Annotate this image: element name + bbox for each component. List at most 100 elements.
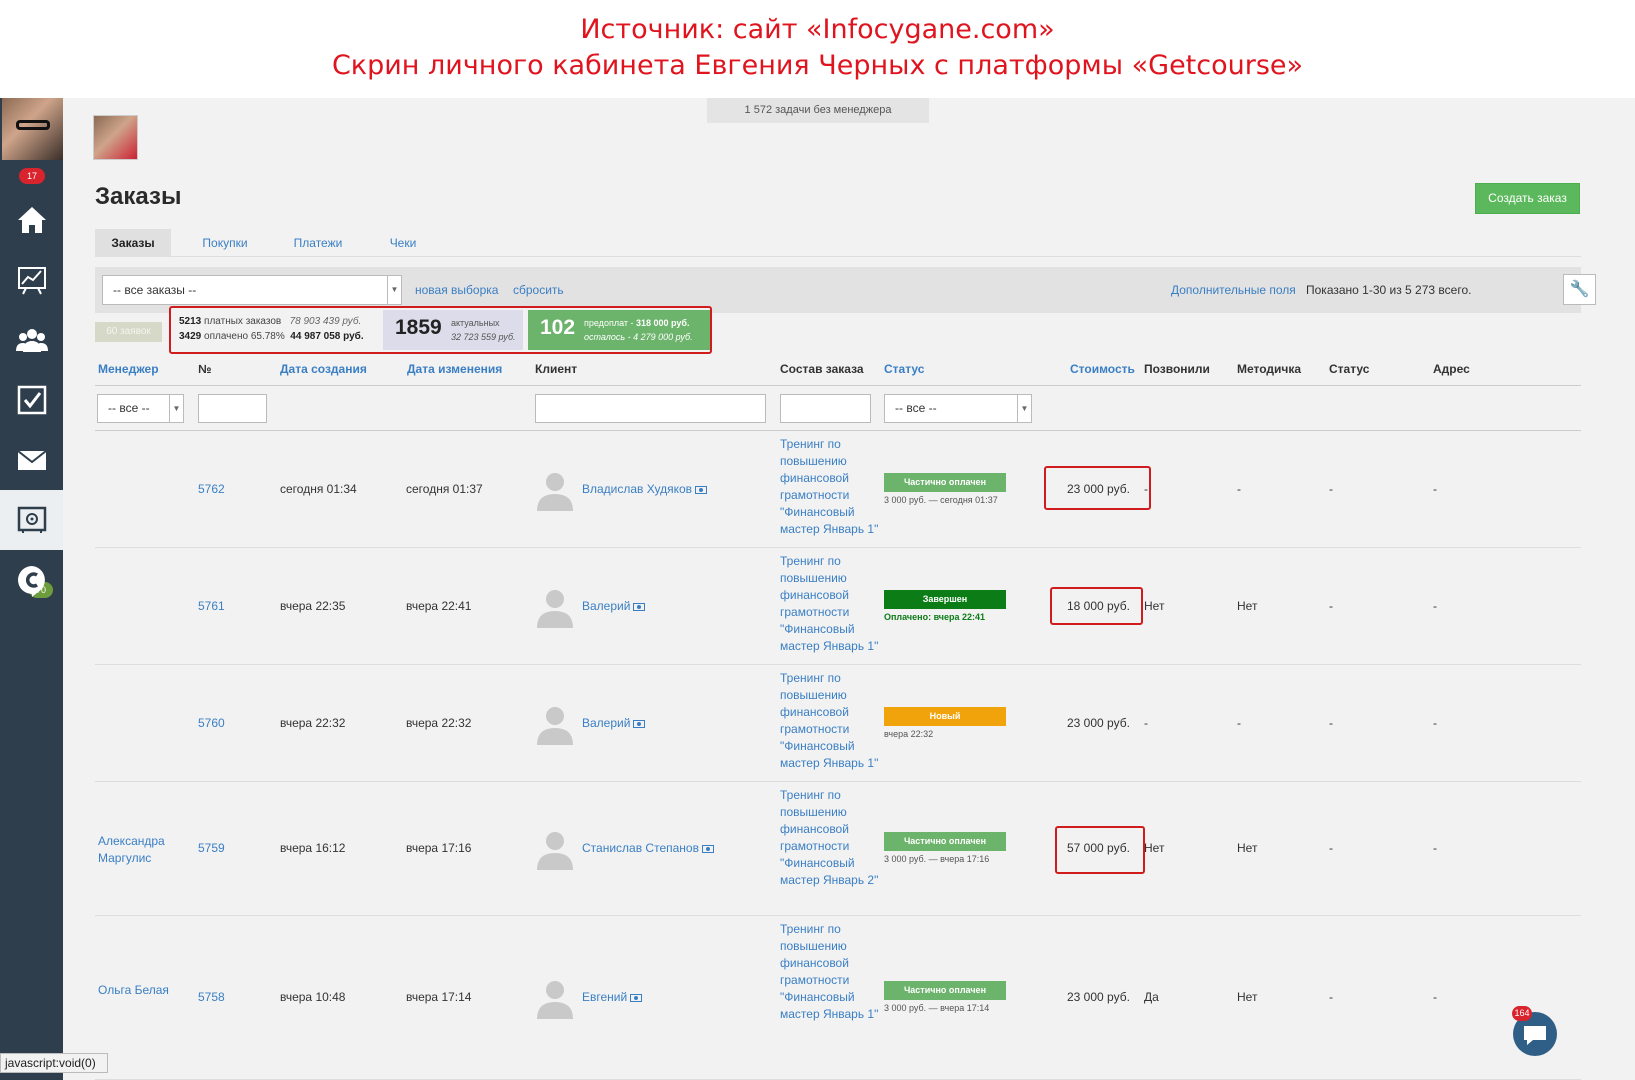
changed-date: сегодня 01:37 [406, 482, 483, 496]
client-avatar-icon [537, 832, 573, 870]
selection-select[interactable]: -- все заказы -- ▼ [102, 275, 402, 305]
money-icon [695, 485, 708, 494]
reset-link[interactable]: сбросить [513, 283, 564, 297]
caption-line-2: Скрин личного кабинета Евгения Черных с … [331, 50, 1304, 81]
order-composition-link[interactable]: Тренинг по повышению финансовой грамотно… [780, 921, 880, 1023]
paid-orders-stat[interactable]: 5213 платных заказов 78 903 439 руб. 342… [179, 314, 364, 344]
create-order-button[interactable]: Создать заказ [1475, 183, 1580, 214]
mail-icon [16, 450, 47, 470]
cost-highlight [1044, 466, 1151, 510]
extra-fields-link[interactable]: Дополнительные поля [1171, 283, 1296, 297]
chat-badge: 164 [1512, 1006, 1532, 1021]
sidebar: 17 70 [0, 98, 63, 1080]
sidebar-item-users[interactable] [0, 310, 63, 370]
notifications-badge[interactable]: 17 [19, 168, 45, 184]
actual-orders-stat[interactable]: 1859 актуальных 32 723 559 руб. [383, 310, 523, 350]
changed-date: вчера 17:16 [406, 841, 472, 855]
caption-line-1: Источник: сайт «Infocygane.com» [580, 14, 1055, 45]
order-composition-link[interactable]: Тренинг по повышению финансовой грамотно… [780, 670, 880, 772]
chevron-down-icon: ▼ [387, 276, 401, 304]
header-address: Адрес [1433, 362, 1470, 376]
page-title: Заказы [95, 183, 182, 210]
address-value: - [1433, 482, 1437, 496]
client-avatar-icon [537, 590, 573, 628]
main-content: 1 572 задачи без менеджера Заказы Создат… [63, 98, 1635, 1080]
table-row: 5761 вчера 22:35 вчера 22:41 Валерий Тренинг… [95, 548, 1581, 665]
created-date: вчера 16:12 [280, 841, 346, 855]
composition-filter-input[interactable] [780, 394, 871, 423]
home-icon [17, 207, 46, 233]
created-date: вчера 10:48 [280, 990, 346, 1004]
called-value: Нет [1144, 599, 1165, 613]
changed-date: вчера 22:41 [406, 599, 472, 613]
status-detail: 3 000 руб. — вчера 17:14 [884, 1003, 990, 1013]
header-number: № [198, 362, 212, 376]
manager-link[interactable]: Ольга Белая [98, 982, 178, 999]
safe-icon [17, 506, 46, 533]
chart-icon [17, 267, 46, 295]
requests-pill[interactable]: 60 заявок [95, 322, 162, 342]
money-icon [701, 844, 714, 853]
money-icon [633, 602, 646, 611]
header-cost[interactable]: Стоимость [1070, 362, 1135, 376]
sidebar-item-tasks[interactable] [0, 370, 63, 430]
client-link[interactable]: Владислав Худяков [582, 482, 708, 496]
order-status-badge: Завершен [884, 590, 1006, 609]
tab-payments[interactable]: Платежи [280, 229, 356, 257]
prepayments-stat[interactable]: 102 предоплат - 318 000 руб. осталось - 4… [528, 310, 710, 350]
client-link[interactable]: Станислав Степанов [582, 841, 714, 855]
unassigned-tasks-bar[interactable]: 1 572 задачи без менеджера [707, 98, 929, 123]
cost-highlight [1050, 587, 1143, 625]
number-filter-input[interactable] [198, 394, 267, 423]
order-number-link[interactable]: 5762 [198, 482, 225, 496]
header-status[interactable]: Статус [884, 362, 924, 376]
order-number-link[interactable]: 5758 [198, 990, 225, 1004]
sidebar-item-home[interactable] [0, 190, 63, 250]
status-detail: 3 000 руб. — вчера 17:16 [884, 854, 990, 864]
client-avatar-icon [537, 981, 573, 1019]
tab-orders[interactable]: Заказы [95, 229, 171, 257]
client-avatar-icon [537, 473, 573, 511]
client-link[interactable]: Валерий [582, 599, 646, 613]
order-composition-link[interactable]: Тренинг по повышению финансовой грамотно… [780, 787, 880, 889]
settings-button[interactable]: 🔧 [1563, 274, 1596, 305]
wrench-icon: 🔧 [1569, 281, 1590, 298]
sidebar-item-getcourse[interactable] [0, 550, 63, 610]
page-avatar[interactable] [93, 115, 138, 160]
order-composition-link[interactable]: Тренинг по повышению финансовой грамотно… [780, 436, 880, 538]
status2-value: - [1329, 841, 1333, 855]
source-caption: Источник: сайт «Infocygane.com» Скрин ли… [0, 0, 1635, 98]
new-selection-link[interactable]: новая выборка [415, 283, 498, 297]
tab-purchases[interactable]: Покупки [187, 229, 263, 257]
order-status-badge: Частично оплачен [884, 981, 1006, 1000]
order-cost: 23 000 руб. [1067, 716, 1130, 730]
order-composition-link[interactable]: Тренинг по повышению финансовой грамотно… [780, 553, 880, 655]
order-stats: 5213 платных заказов 78 903 439 руб. 342… [169, 306, 712, 354]
header-created[interactable]: Дата создания [280, 362, 367, 376]
created-date: вчера 22:32 [280, 716, 346, 730]
order-number-link[interactable]: 5760 [198, 716, 225, 730]
user-avatar[interactable] [2, 98, 63, 160]
shown-count: Показано 1-30 из 5 273 всего. [1306, 283, 1472, 297]
client-filter-input[interactable] [535, 394, 766, 423]
selection-value: -- все заказы -- [113, 283, 197, 297]
status-filter-select[interactable]: -- все -- ▼ [884, 394, 1032, 423]
manual-value: Нет [1237, 841, 1258, 855]
users-icon [15, 329, 48, 352]
status2-value: - [1329, 599, 1333, 613]
manager-filter-select[interactable]: -- все -- ▼ [97, 394, 184, 423]
manager-link[interactable]: Александра Маргулис [98, 833, 178, 867]
tab-receipts[interactable]: Чеки [373, 229, 433, 257]
client-link[interactable]: Евгений [582, 990, 643, 1004]
header-manager[interactable]: Менеджер [98, 362, 159, 376]
order-number-link[interactable]: 5761 [198, 599, 225, 613]
sidebar-item-stats[interactable] [0, 250, 63, 310]
manual-value: Нет [1237, 990, 1258, 1004]
sidebar-item-sales[interactable] [0, 490, 63, 550]
header-changed[interactable]: Дата изменения [407, 362, 502, 376]
sidebar-item-mail[interactable] [0, 430, 63, 490]
client-avatar-icon [537, 707, 573, 745]
client-link[interactable]: Валерий [582, 716, 646, 730]
order-number-link[interactable]: 5759 [198, 841, 225, 855]
chat-brand-icon [17, 566, 45, 597]
